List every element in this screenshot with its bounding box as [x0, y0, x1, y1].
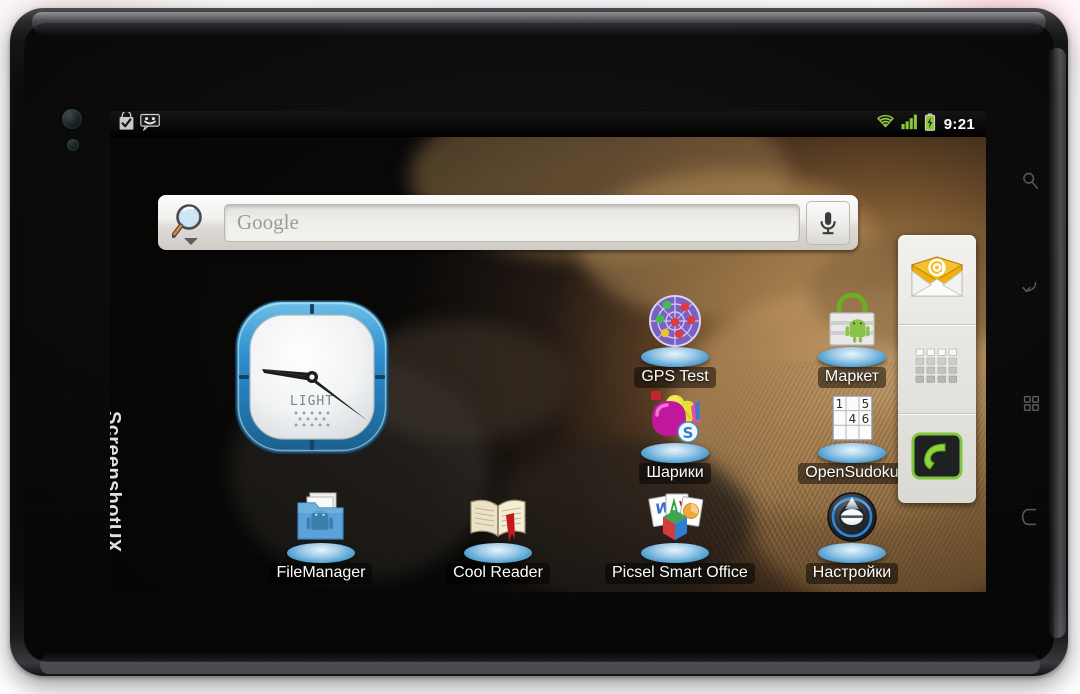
system-status-icons[interactable]: 9:21 [876, 112, 978, 136]
back-arrow-icon[interactable] [1014, 273, 1048, 307]
search-placeholder: Google [237, 210, 299, 234]
analog-clock-widget[interactable]: LIGHT [228, 293, 396, 461]
app-label: FileManager [269, 563, 373, 584]
app-icon-cool-reader[interactable]: Cool Reader [428, 489, 568, 584]
favorites-dock[interactable] [898, 235, 976, 503]
app-label: Шарики [639, 463, 711, 484]
app-icon-shariki[interactable]: S Шарики [605, 389, 745, 484]
search-input[interactable]: Google [224, 203, 800, 242]
app-icon-filemanager[interactable]: FileManager [251, 489, 391, 584]
app-icon-settings[interactable]: Настройки [782, 489, 922, 584]
settings-dial-icon [816, 489, 888, 563]
app-grid-icon [913, 347, 961, 392]
menu-grid-icon[interactable] [1014, 386, 1048, 420]
watermark: ScreenshotUX [110, 411, 124, 553]
google-search-magnifier-icon[interactable] [166, 200, 218, 246]
chevron-down-icon[interactable] [184, 237, 198, 245]
app-label: GPS Test [634, 367, 716, 388]
folder-android-icon [285, 489, 357, 563]
svg-text:LIGHT: LIGHT [290, 394, 334, 409]
signal-bars-icon [901, 113, 918, 135]
app-label: Настройки [805, 563, 899, 584]
svg-text:1: 1 [836, 397, 844, 411]
dock-item-phone[interactable] [898, 414, 976, 503]
battery-charging-icon [924, 112, 936, 136]
light-sensor [67, 139, 79, 151]
microphone-icon[interactable] [806, 200, 850, 245]
android-market-icon [816, 293, 888, 367]
tablet-device: 9:21 ScreenshotUX Google LIGHT GPS Test … [10, 8, 1068, 676]
notification-icons[interactable] [118, 111, 161, 136]
product-photo: 9:21 ScreenshotUX Google LIGHT GPS Test … [0, 0, 1080, 694]
home-icon[interactable] [1014, 500, 1048, 534]
app-icon-gps-test[interactable]: GPS Test [605, 293, 745, 388]
wifi-icon [876, 113, 895, 135]
search-icon[interactable] [1014, 164, 1048, 198]
phone-handset-icon [911, 432, 963, 485]
google-search-widget[interactable]: Google [158, 195, 858, 250]
app-label: Маркет [817, 367, 887, 388]
shopping-bag-check-icon [118, 111, 135, 136]
svg-text:S: S [683, 424, 694, 442]
status-clock: 9:21 [943, 115, 975, 133]
gps-radar-icon [639, 293, 711, 367]
tablet-screen[interactable]: 9:21 ScreenshotUX Google LIGHT GPS Test … [110, 111, 986, 592]
svg-text:5: 5 [862, 397, 870, 411]
dock-item-app-drawer[interactable] [898, 325, 976, 414]
status-bar[interactable]: 9:21 [110, 111, 986, 137]
app-label: Picsel Smart Office [605, 563, 755, 584]
smiley-speech-bubble-icon [140, 112, 161, 136]
svg-text:4: 4 [849, 412, 857, 426]
camera-lens [62, 109, 82, 129]
dock-item-email[interactable] [898, 235, 976, 324]
app-icon-picsel-smart-office[interactable]: И Picsel Smart Office [605, 489, 755, 584]
app-label: OpenSudoku [798, 463, 906, 484]
open-book-icon [462, 489, 534, 563]
documents-cube-icon: И [639, 489, 711, 563]
sudoku-grid-icon: 1 5 4 6 [816, 389, 888, 463]
app-label: Cool Reader [446, 563, 550, 584]
envelope-at-icon [909, 255, 965, 304]
svg-text:6: 6 [862, 412, 870, 426]
balloons-game-icon: S [639, 389, 711, 463]
